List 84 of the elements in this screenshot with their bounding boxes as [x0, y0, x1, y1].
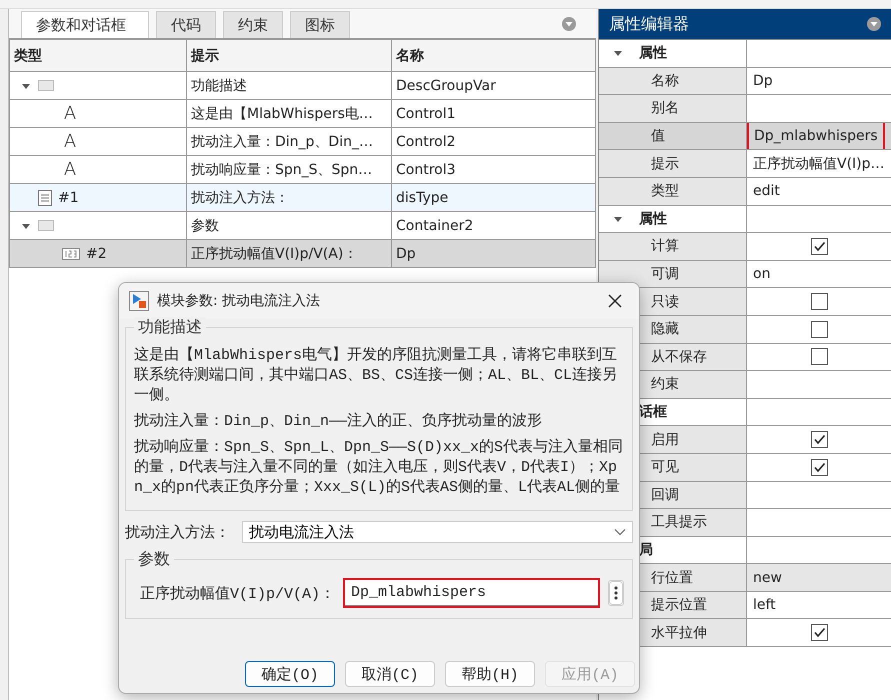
property-label: 可见: [651, 458, 679, 476]
row-label: #2: [86, 246, 107, 262]
table-cell: Control1: [392, 100, 596, 128]
dialog-title: 模块参数: 扰动电流注入法: [157, 292, 322, 310]
tree-cell[interactable]: A: [10, 128, 186, 156]
section-label: 属性: [639, 210, 667, 228]
table-cell: disType: [392, 184, 596, 212]
table-cell: Control2: [392, 128, 596, 156]
property-value[interactable]: on: [753, 266, 770, 282]
property-label: 类型: [651, 182, 679, 200]
property-label: 启用: [651, 430, 679, 449]
more-options-icon[interactable]: [608, 580, 624, 606]
description-text: 这是由【MlabWhispers电气】开发的序阻抗测量工具，请将它串联到互联系统待测端口间，其中端口AS、BS、CS连接一侧；AL、BL、CL连接另一侧。: [134, 346, 618, 406]
column-header[interactable]: 提示: [186, 40, 392, 72]
property-label: 计算: [651, 237, 679, 256]
table-cell: 这是由【MlabWhispers电…: [186, 100, 392, 128]
description-text: 扰动响应量：Spn_S、Spn_L、Dpn_S——S(D)xx_x的S代表与注入量相同的量，D代表与注入量不同的量（如注入电压，则S代表V，D代表I）；Xpn_x的pn代表正负序分量；Xxx_S(L)的S代表AS侧的量、L代表AL侧的量: [134, 438, 624, 498]
column-header[interactable]: 名称: [392, 40, 596, 72]
property-label: 别名: [651, 99, 679, 118]
tree-cell[interactable]: #2: [10, 240, 186, 268]
tab[interactable]: 约束: [223, 11, 283, 38]
tree-cell[interactable]: #1: [10, 184, 186, 212]
checkbox[interactable]: [810, 348, 828, 366]
dropdown-icon[interactable]: [867, 17, 881, 31]
table-cell: 扰动注入量：Din_p、Din_…: [186, 128, 392, 156]
folder-icon: [38, 80, 54, 91]
list-icon: [38, 190, 52, 206]
property-label: 提示位置: [651, 596, 707, 614]
description-text: 扰动注入量：Din_p、Din_n——注入的正、负序扰动量的波形: [134, 412, 544, 432]
block-icon: [129, 291, 149, 311]
numeric-field-icon: [62, 248, 80, 260]
property-value[interactable]: edit: [753, 183, 780, 200]
chevron-icon: [614, 528, 626, 536]
panel-title: 属性编辑器: [609, 14, 689, 34]
text-control-icon: A: [62, 159, 78, 180]
property-label: 约束: [651, 375, 679, 394]
tab[interactable]: 代码: [156, 11, 216, 38]
section-label: 属性: [639, 44, 667, 62]
property-label: 只读: [651, 292, 679, 311]
checkbox[interactable]: [810, 238, 828, 255]
table-cell: Dp: [392, 240, 596, 268]
field-label: 扰动注入方法：: [125, 523, 230, 542]
table-cell: 扰动注入方法：: [186, 184, 392, 212]
property-value[interactable]: Dp: [753, 72, 773, 89]
checkbox[interactable]: [810, 431, 828, 448]
property-label: 可调: [651, 265, 679, 284]
folder-icon: [38, 220, 54, 231]
property-label: 值: [651, 127, 665, 146]
property-label: 工具提示: [651, 513, 707, 532]
property-label: 从不保存: [651, 348, 707, 366]
tab[interactable]: 参数和对话框: [21, 11, 149, 38]
property-label: 名称: [651, 72, 679, 90]
checkbox[interactable]: [810, 624, 828, 642]
close-icon[interactable]: [607, 293, 623, 309]
column-header[interactable]: 类型: [10, 40, 186, 72]
property-value[interactable]: left: [753, 597, 776, 614]
property-label: 回调: [651, 486, 679, 504]
expand-toggle-icon[interactable]: [613, 48, 623, 58]
dialog-button[interactable]: 帮助(H): [445, 661, 535, 687]
checkbox[interactable]: [810, 458, 828, 476]
dialog-button[interactable]: 确定(O): [245, 661, 335, 687]
section-label: 局: [639, 540, 653, 559]
method-dropdown[interactable]: 扰动电流注入法: [242, 521, 633, 543]
property-label: 隐藏: [651, 320, 679, 338]
table-cell: DescGroupVar: [392, 72, 596, 100]
table-cell: 正序扰动幅值V(I)p/V(A)：: [186, 240, 392, 268]
text-control-icon: A: [62, 131, 78, 152]
property-label: 水平拉伸: [651, 624, 707, 642]
tree-cell[interactable]: A: [10, 100, 186, 128]
text-control-icon: A: [62, 103, 78, 124]
property-value[interactable]: new: [753, 570, 782, 586]
table-cell: 功能描述: [186, 72, 392, 100]
field-label: 正序扰动幅值V(I)p/V(A)：: [140, 584, 336, 602]
checkbox[interactable]: [810, 320, 828, 338]
property-label: 提示: [651, 154, 679, 173]
row-label: #1: [58, 190, 79, 206]
property-label: 行位置: [651, 568, 693, 587]
tree-cell[interactable]: [10, 72, 186, 100]
property-value[interactable]: 正序扰动幅值V(I)p…: [753, 154, 885, 173]
value-field[interactable]: Dp_mlabwhispers: [345, 580, 598, 606]
dialog-button[interactable]: 取消(C): [345, 661, 435, 687]
checkbox[interactable]: [810, 293, 828, 310]
tab[interactable]: 图标: [290, 11, 350, 38]
section-label: 话框: [639, 403, 667, 422]
